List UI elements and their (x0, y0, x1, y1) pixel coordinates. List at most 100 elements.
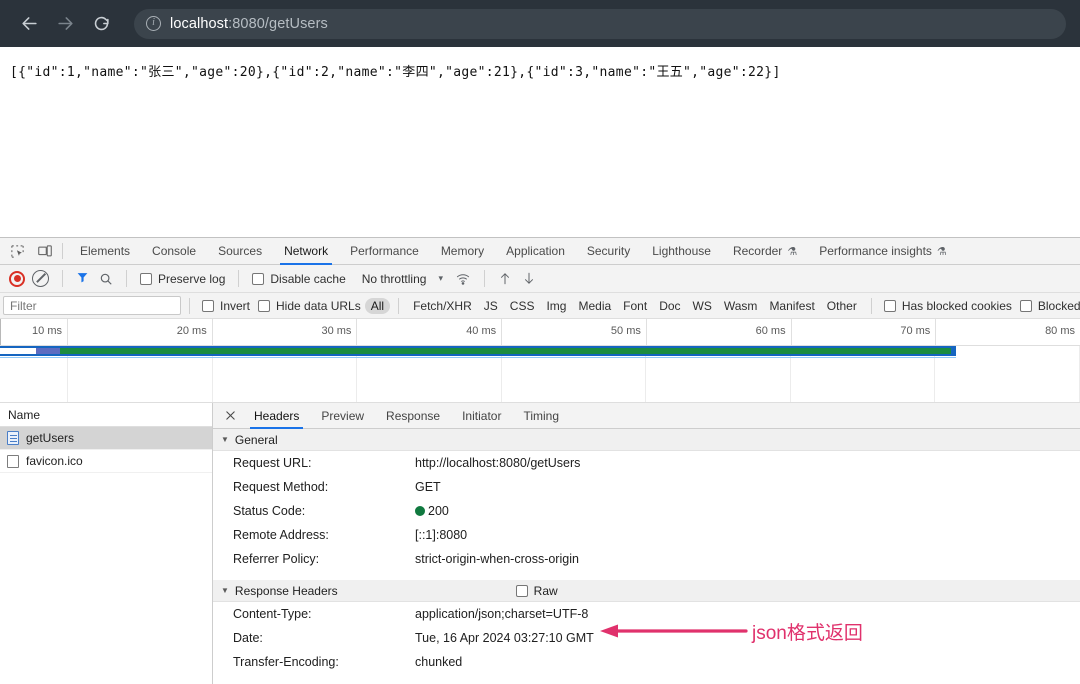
tab-recorder[interactable]: Recorder ⚗ (722, 238, 808, 264)
search-button[interactable] (95, 272, 117, 286)
row-value: application/json;charset=UTF-8 (415, 607, 589, 621)
filter-type-other[interactable]: Other (821, 298, 863, 314)
import-har-button[interactable] (494, 271, 516, 286)
timeline-tick: 10 ms (0, 319, 68, 345)
network-toolbar: Preserve log Disable cache No throttling… (0, 265, 1080, 293)
tick-label: 30 ms (321, 325, 352, 337)
tab-label: Recorder (732, 244, 783, 258)
tab-lighthouse[interactable]: Lighthouse (641, 238, 722, 264)
overview-gridline (935, 346, 1080, 402)
export-har-button[interactable] (518, 271, 540, 286)
invert-label: Invert (220, 298, 251, 313)
row-value: chunked (415, 655, 463, 669)
tab-network[interactable]: Network (273, 238, 339, 265)
request-name: getUsers (26, 431, 75, 445)
filter-type-img[interactable]: Img (540, 298, 572, 314)
tab-performance[interactable]: Performance (339, 238, 430, 264)
response-headers-section-title: Response Headers (234, 583, 338, 598)
request-row-getusers[interactable]: getUsers (0, 427, 212, 450)
back-button[interactable] (14, 9, 44, 39)
reload-button[interactable] (86, 9, 116, 39)
detail-tab-response[interactable]: Response (375, 403, 451, 428)
detail-tab-headers[interactable]: Headers (243, 403, 310, 429)
tick-label: 70 ms (900, 325, 931, 337)
checkbox-box (1019, 299, 1032, 312)
row-value: strict-origin-when-cross-origin (415, 552, 579, 566)
throttling-dropdown[interactable]: No throttling ▾ (352, 272, 443, 286)
request-list-header[interactable]: Name (0, 403, 212, 427)
filter-type-js[interactable]: JS (478, 298, 504, 314)
disable-cache-checkbox[interactable]: Disable cache (248, 272, 349, 286)
response-headers-section-header[interactable]: ▼ Response Headers Raw (213, 580, 1080, 602)
json-response-text: [{"id":1,"name":"张三","age":20},{"id":2,"… (10, 65, 781, 80)
forward-button[interactable] (50, 9, 80, 39)
divider (870, 297, 872, 314)
filter-toggle-button[interactable] (72, 271, 93, 287)
tab-label: Sources (218, 244, 263, 258)
divider (483, 270, 485, 287)
inspect-element-button[interactable] (4, 238, 31, 264)
general-section-header[interactable]: ▼ General (213, 429, 1080, 451)
tick-label: 80 ms (1045, 325, 1076, 337)
detail-tab-timing[interactable]: Timing (512, 403, 570, 428)
tab-console[interactable]: Console (141, 238, 207, 264)
page-content-area: [{"id":1,"name":"张三","age":20},{"id":2,"… (0, 47, 1080, 237)
filter-type-doc[interactable]: Doc (653, 298, 686, 314)
blocked-requests-checkbox[interactable]: Blocked (1016, 299, 1080, 313)
info-circle-icon[interactable]: i (146, 16, 161, 31)
general-row-status-code: Status Code: 200 (213, 499, 1080, 523)
tab-label: Security (586, 244, 631, 258)
raw-toggle-checkbox[interactable]: Raw (515, 584, 558, 598)
filter-input[interactable]: Filter (3, 296, 181, 315)
network-overview[interactable] (0, 346, 1080, 403)
filter-type-wasm[interactable]: Wasm (718, 298, 764, 314)
filter-type-all[interactable]: All (364, 297, 391, 314)
tab-elements[interactable]: Elements (69, 238, 141, 264)
timeline-tick: 50 ms (502, 319, 647, 345)
filter-type-font[interactable]: Font (617, 298, 653, 314)
invert-checkbox[interactable]: Invert (198, 299, 254, 313)
devtools-panel: Elements Console Sources Network Perform… (0, 237, 1080, 684)
tab-security[interactable]: Security (576, 238, 641, 264)
network-conditions-icon (456, 273, 470, 285)
close-detail-button[interactable] (217, 403, 243, 428)
filter-type-fetch-xhr[interactable]: Fetch/XHR (407, 298, 478, 314)
row-key: Remote Address: (233, 528, 329, 542)
tab-sources[interactable]: Sources (207, 238, 273, 264)
divider (189, 297, 190, 314)
throttling-value: No throttling (361, 271, 427, 286)
timeline-tick: 20 ms (68, 319, 213, 345)
filter-funnel-icon (77, 272, 88, 282)
export-har-icon (524, 272, 533, 284)
row-value-wrap: 200 (415, 502, 449, 520)
tab-label: Headers (254, 408, 300, 423)
tab-performance-insights[interactable]: Performance insights ⚗ (808, 238, 958, 264)
hide-data-urls-checkbox[interactable]: Hide data URLs (254, 299, 365, 313)
preserve-log-checkbox[interactable]: Preserve log (136, 272, 229, 286)
toggle-device-toolbar-button[interactable] (31, 238, 58, 264)
device-toolbar-icon (37, 244, 52, 256)
filter-type-media[interactable]: Media (572, 298, 617, 314)
tab-label: Initiator (462, 408, 502, 423)
detail-tab-initiator[interactable]: Initiator (451, 403, 512, 428)
tab-application[interactable]: Application (495, 238, 576, 264)
tab-memory[interactable]: Memory (430, 238, 495, 264)
clear-button[interactable] (32, 270, 49, 287)
row-key: Request Method: (233, 480, 329, 494)
address-bar-text: localhost:8080/getUsers (170, 16, 328, 32)
filter-type-ws[interactable]: WS (687, 298, 718, 314)
filter-type-css[interactable]: CSS (504, 298, 541, 314)
detail-tab-preview[interactable]: Preview (310, 403, 375, 428)
row-value: 200 (428, 504, 449, 518)
tab-label: Performance (350, 244, 419, 258)
address-bar[interactable]: i localhost:8080/getUsers (134, 8, 1066, 39)
network-conditions-button[interactable] (445, 272, 475, 286)
request-row-favicon[interactable]: favicon.ico (0, 450, 212, 473)
annotation-text: json格式返回 (752, 623, 863, 644)
blank-file-icon (7, 454, 19, 468)
filter-type-manifest[interactable]: Manifest (763, 298, 820, 314)
tab-label: Lighthouse (652, 244, 711, 258)
has-blocked-cookies-checkbox[interactable]: Has blocked cookies (880, 299, 1016, 313)
record-button[interactable] (9, 270, 25, 287)
general-row-remote-address: Remote Address: [::1]:8080 (213, 523, 1080, 547)
